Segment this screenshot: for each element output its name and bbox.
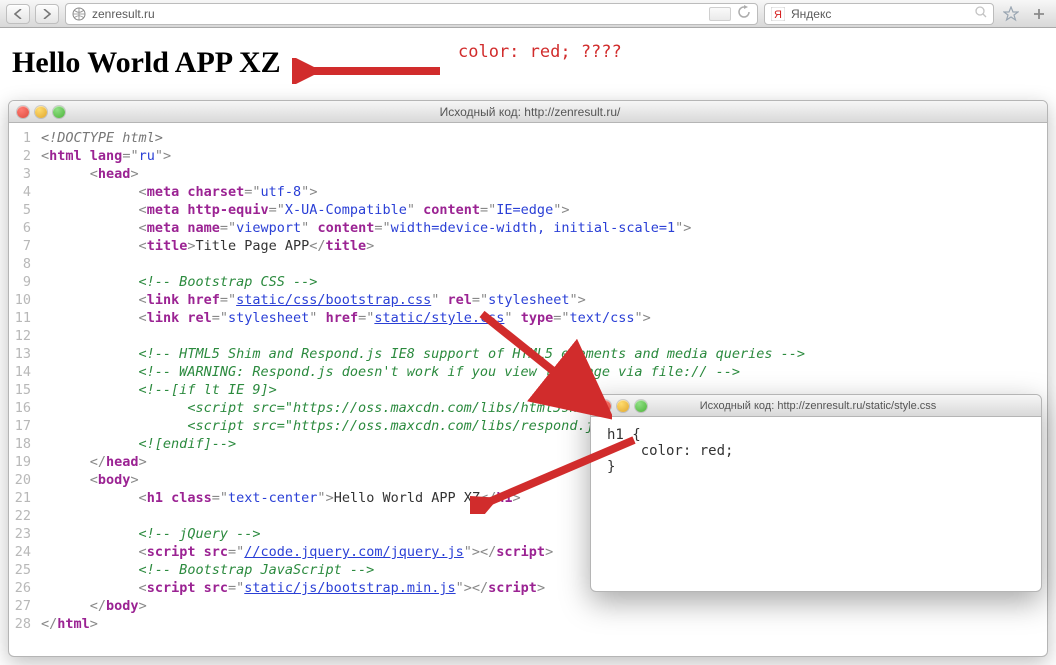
- source-line: 2<html lang="ru">: [9, 147, 1047, 165]
- view-source-title: Исходный код: http://zenresult.ru/: [73, 105, 1047, 119]
- forward-button[interactable]: [35, 4, 59, 24]
- svg-text:Я: Я: [774, 9, 782, 21]
- source-line: 28</html>: [9, 615, 1047, 633]
- url-text: zenresult.ru: [92, 7, 155, 21]
- source-line: 1<!DOCTYPE html>: [9, 129, 1047, 147]
- search-icon: [975, 6, 987, 21]
- source-line: 13 <!-- HTML5 Shim and Respond.js IE8 su…: [9, 345, 1047, 363]
- source-line: 6 <meta name="viewport" content="width=d…: [9, 219, 1047, 237]
- add-tab-icon[interactable]: [1028, 3, 1050, 25]
- reader-mode-button[interactable]: [709, 7, 731, 21]
- browser-toolbar: zenresult.ru Я Яндекс: [0, 0, 1056, 28]
- maximize-icon[interactable]: [53, 106, 65, 118]
- traffic-lights[interactable]: [591, 400, 655, 412]
- source-line: 4 <meta charset="utf-8">: [9, 183, 1047, 201]
- traffic-lights[interactable]: [9, 106, 73, 118]
- minimize-icon[interactable]: [617, 400, 629, 412]
- source-line: 9 <!-- Bootstrap CSS -->: [9, 273, 1047, 291]
- view-source-titlebar[interactable]: Исходный код: http://zenresult.ru/: [9, 101, 1047, 123]
- url-bar[interactable]: zenresult.ru: [65, 3, 758, 25]
- globe-icon: [72, 7, 86, 21]
- back-button[interactable]: [6, 4, 30, 24]
- css-source-text[interactable]: h1 { color: red; }: [591, 417, 1041, 485]
- source-line: 5 <meta http-equiv="X-UA-Compatible" con…: [9, 201, 1047, 219]
- source-line: 27 </body>: [9, 597, 1047, 615]
- source-line: 14 <!-- WARNING: Respond.js doesn't work…: [9, 363, 1047, 381]
- minimize-icon[interactable]: [35, 106, 47, 118]
- close-icon[interactable]: [17, 106, 29, 118]
- source-line: 10 <link href="static/css/bootstrap.css"…: [9, 291, 1047, 309]
- css-source-window: Исходный код: http://zenresult.ru/static…: [590, 394, 1042, 592]
- source-line: 11 <link rel="stylesheet" href="static/s…: [9, 309, 1047, 327]
- css-titlebar[interactable]: Исходный код: http://zenresult.ru/static…: [591, 395, 1041, 417]
- search-placeholder: Яндекс: [791, 7, 831, 21]
- bookmark-icon[interactable]: [1000, 3, 1022, 25]
- source-line: 7 <title>Title Page APP</title>: [9, 237, 1047, 255]
- source-line: 12: [9, 327, 1047, 345]
- annotation-text: color: red; ????: [458, 42, 622, 62]
- search-bar[interactable]: Я Яндекс: [764, 3, 994, 25]
- reload-icon[interactable]: [737, 5, 751, 22]
- source-line: 3 <head>: [9, 165, 1047, 183]
- yandex-favicon-icon: Я: [771, 7, 785, 21]
- source-line: 8: [9, 255, 1047, 273]
- close-icon[interactable]: [599, 400, 611, 412]
- maximize-icon[interactable]: [635, 400, 647, 412]
- css-window-title: Исходный код: http://zenresult.ru/static…: [655, 400, 1041, 412]
